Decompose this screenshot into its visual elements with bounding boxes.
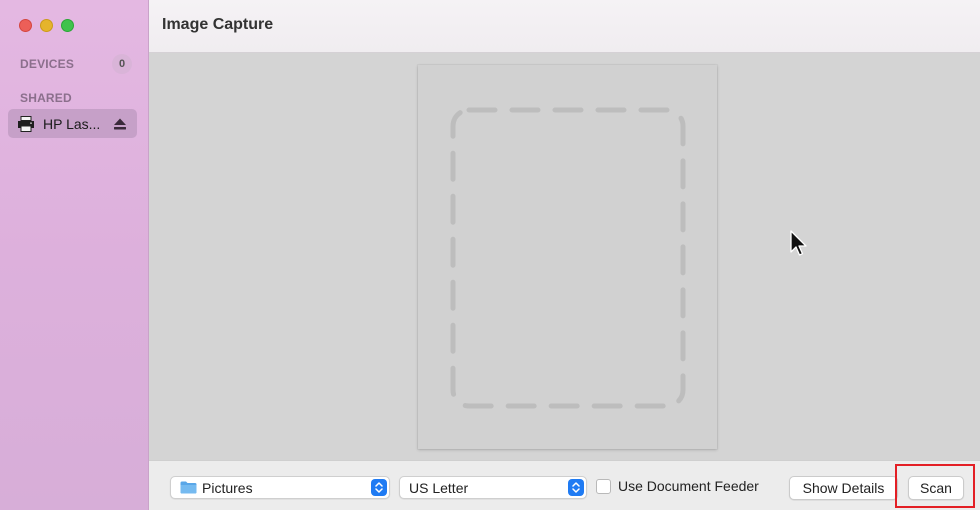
window-controls — [19, 19, 74, 32]
scan-placeholder-frame — [450, 107, 686, 409]
window-title: Image Capture — [162, 16, 274, 33]
document-feeder-label: Use Document Feeder — [618, 478, 759, 494]
eject-icon[interactable] — [113, 117, 127, 131]
mouse-cursor-icon — [790, 230, 808, 263]
destination-select[interactable]: Pictures — [170, 476, 390, 499]
select-stepper-icon — [371, 479, 387, 496]
printer-icon — [17, 115, 35, 132]
scan-preview-page — [418, 65, 717, 449]
devices-count-badge: 0 — [112, 54, 132, 74]
bottom-toolbar: Pictures US Letter Use Document Feeder S… — [149, 460, 980, 510]
sidebar: DEVICES 0 SHARED HP Las... — [0, 0, 149, 510]
show-details-button[interactable]: Show Details — [789, 476, 898, 500]
paper-size-select[interactable]: US Letter — [399, 476, 587, 499]
zoom-window-button[interactable] — [61, 19, 74, 32]
shared-section-label: SHARED — [20, 91, 72, 105]
scan-button[interactable]: Scan — [908, 476, 964, 500]
close-window-button[interactable] — [19, 19, 32, 32]
devices-section-label: DEVICES — [20, 57, 75, 71]
title-bar: Image Capture — [149, 0, 980, 53]
paper-size-select-value: US Letter — [409, 479, 469, 496]
document-feeder-checkbox[interactable] — [596, 478, 611, 494]
sidebar-item-hp-printer[interactable]: HP Las... — [8, 109, 137, 138]
sidebar-item-label: HP Las... — [43, 115, 101, 132]
destination-select-value: Pictures — [202, 479, 253, 496]
scan-preview-area[interactable] — [149, 53, 980, 460]
document-feeder-option[interactable]: Use Document Feeder — [596, 478, 759, 494]
folder-icon — [180, 481, 202, 494]
select-stepper-icon — [568, 479, 584, 496]
minimize-window-button[interactable] — [40, 19, 53, 32]
